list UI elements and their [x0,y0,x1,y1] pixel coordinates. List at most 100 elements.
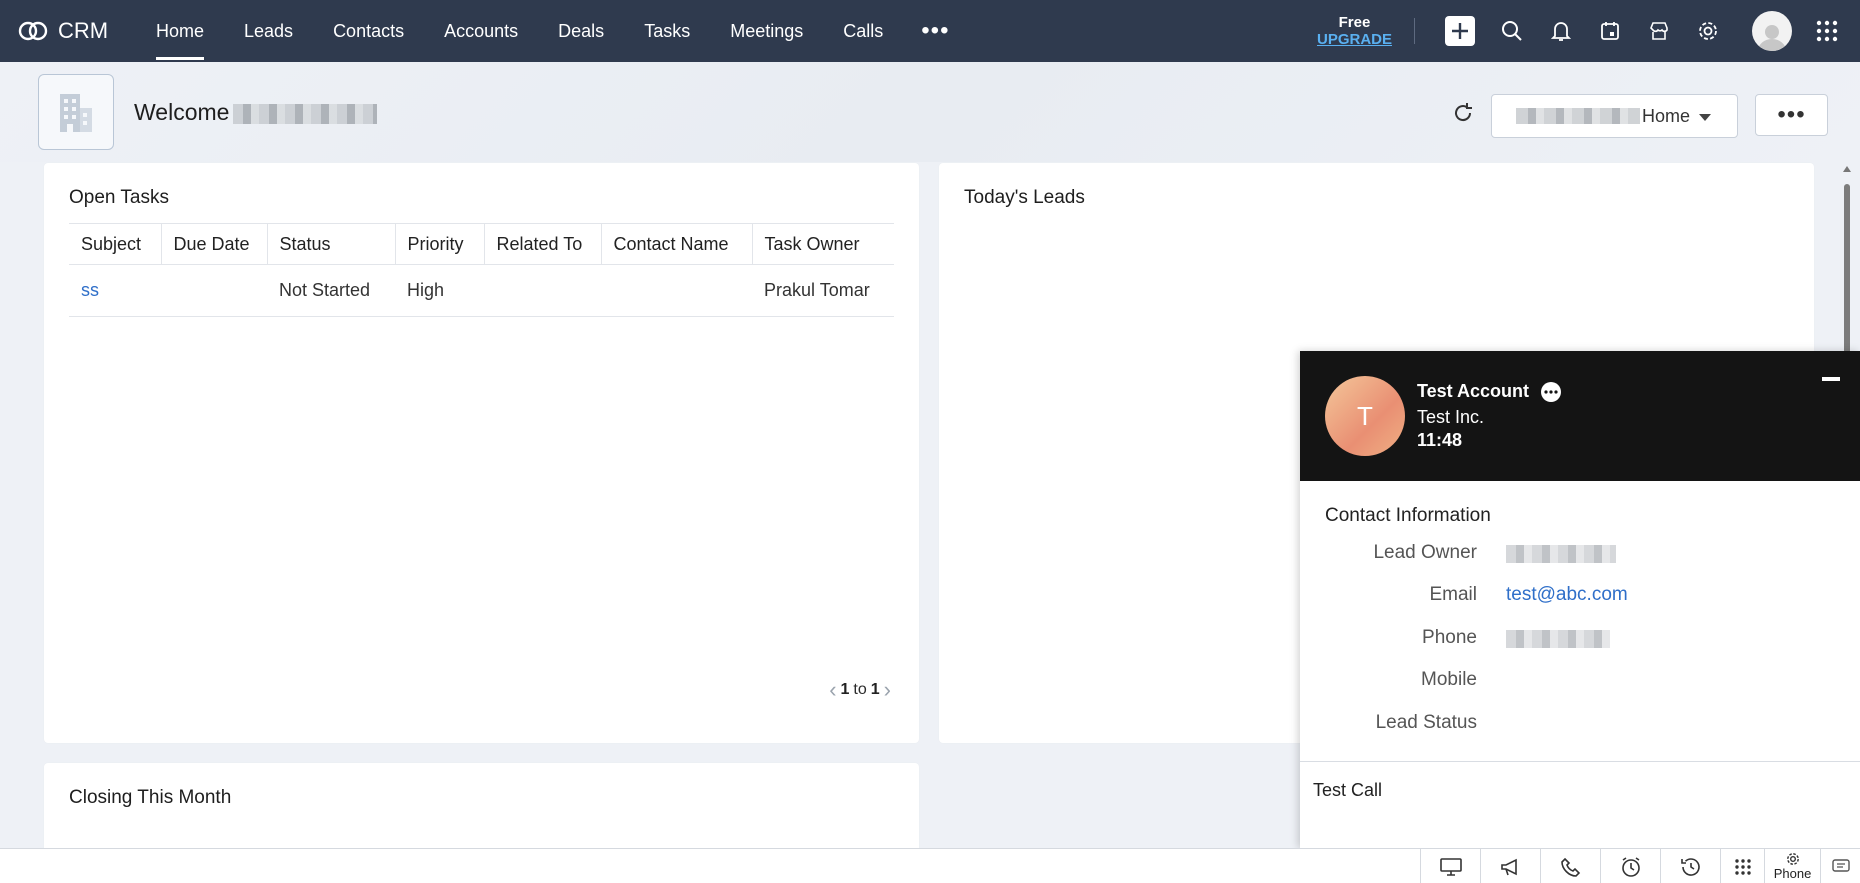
nav-tabs: Home Leads Contacts Accounts Deals Tasks… [136,0,967,62]
grid-icon [1816,20,1838,42]
task-due-date-cell [161,264,267,317]
user-silhouette-icon [1758,25,1786,51]
info-label: Lead Owner [1373,542,1477,563]
column-header-status[interactable]: Status [266,223,395,265]
welcome-bar: Welcome Home ••• [0,62,1860,162]
pager-to-word: to [853,681,867,698]
column-header-subject[interactable]: Subject [69,223,161,265]
tab-contacts[interactable]: Contacts [313,0,424,62]
bottom-toolbar: Phone [0,848,1860,883]
missed-call-icon [1560,857,1580,877]
bottom-item-chat[interactable] [1820,849,1860,883]
redacted-user-name [233,103,378,124]
info-label: Mobile [1421,669,1477,690]
call-duration: 11:48 [1417,430,1463,450]
apps-menu-button[interactable] [1814,18,1840,44]
user-avatar[interactable] [1752,11,1792,51]
upgrade-link[interactable]: UPGRADE [1317,31,1392,48]
bottom-item-screen[interactable] [1420,849,1480,883]
brand-logo[interactable]: CRM [18,18,136,44]
column-header-task-owner[interactable]: Task Owner [751,223,894,265]
email-link[interactable]: test@abc.com [1506,584,1628,606]
contact-avatar: T [1325,376,1405,456]
info-label: Email [1429,584,1477,605]
task-priority-cell: High [395,264,484,317]
bell-icon [1551,22,1571,41]
store-icon [1650,22,1668,40]
settings-button[interactable] [1695,18,1721,44]
info-row-mobile: Mobile [1300,669,1860,699]
info-value-redacted [1506,630,1610,654]
search-button[interactable] [1499,18,1525,44]
bottom-item-missed-calls[interactable] [1540,849,1600,883]
bottom-item-announcements[interactable] [1480,849,1540,883]
redacted-org-name [1516,108,1640,124]
page-scrollbar[interactable] [1840,160,1854,360]
bottom-item-reminders[interactable] [1600,849,1660,883]
tasks-table: Subject Due Date Status Priority Related… [69,223,894,317]
tab-accounts[interactable]: Accounts [424,0,538,62]
task-subject-cell: ss [69,264,161,317]
contact-options-button[interactable] [1541,381,1562,402]
monitor-icon [1439,857,1462,876]
pager-to: 1 [870,681,880,698]
gear-icon [1786,853,1799,865]
tab-home[interactable]: Home [136,0,224,62]
pagination: ‹ 1 to 1 › [829,677,891,703]
tab-tasks[interactable]: Tasks [624,0,710,62]
more-options-button[interactable]: ••• [1755,94,1828,136]
card-title: Closing This Month [69,787,232,808]
open-tasks-card: Open Tasks Subject Due Date Status Prior… [44,163,919,743]
dialpad-icon [1734,858,1751,875]
chevron-right-icon[interactable]: › [884,677,891,703]
info-row-lead-status: Lead Status [1300,712,1860,742]
calendar-button[interactable] [1597,18,1623,44]
calendar-icon [1601,22,1619,40]
column-header-priority[interactable]: Priority [394,223,484,265]
pager-from: 1 [840,681,850,698]
call-notes-textarea[interactable]: Test Call [1300,761,1860,848]
task-status-cell: Not Started [267,264,395,317]
info-row-email: Email test@abc.com [1300,584,1860,614]
marketplace-button[interactable] [1646,18,1672,44]
tab-calls[interactable]: Calls [823,0,903,62]
column-header-due-date[interactable]: Due Date [160,223,267,265]
welcome-message: Welcome [134,99,378,126]
bottom-item-history[interactable] [1660,849,1720,883]
more-tabs-button[interactable]: ••• [903,17,967,45]
home-view-value: Home [1642,105,1691,126]
contact-name-text: Test Account [1417,381,1530,401]
call-widget: T Test Account Test Inc. 11:48 Contact I… [1300,351,1860,848]
bottom-item-phone[interactable]: Phone [1764,849,1820,883]
welcome-label: Welcome [134,99,230,125]
info-label: Phone [1422,627,1477,648]
contact-company: Test Inc. [1417,407,1485,427]
nav-divider [1414,18,1415,44]
tab-meetings[interactable]: Meetings [710,0,823,62]
org-logo[interactable] [38,74,114,150]
chevron-left-icon[interactable]: ‹ [829,677,836,703]
brand-name: CRM [58,18,109,43]
bottom-item-dialpad[interactable] [1720,849,1764,883]
column-header-related-to[interactable]: Related To [483,223,601,265]
plus-icon [1452,23,1468,39]
upgrade-box: Free UPGRADE [1317,14,1392,48]
tab-deals[interactable]: Deals [538,0,624,62]
task-contact-name-cell [601,264,752,317]
column-header-contact-name[interactable]: Contact Name [600,223,752,265]
notifications-button[interactable] [1548,18,1574,44]
refresh-button[interactable] [1452,102,1474,129]
redacted-lead-owner [1506,545,1616,563]
tab-leads[interactable]: Leads [224,0,313,62]
home-view-select[interactable]: Home [1491,94,1738,138]
task-subject-link[interactable]: ss [81,280,99,300]
task-owner-cell: Prakul Tomar [752,264,894,317]
info-row-lead-owner: Lead Owner [1300,542,1860,572]
quick-create-button[interactable] [1445,16,1475,46]
card-title: Open Tasks [69,187,169,208]
crm-logo-icon [18,21,48,41]
history-icon [1680,857,1700,876]
minimize-icon[interactable] [1822,377,1840,381]
phone-label: Phone [1773,866,1812,881]
search-icon [1502,21,1522,41]
